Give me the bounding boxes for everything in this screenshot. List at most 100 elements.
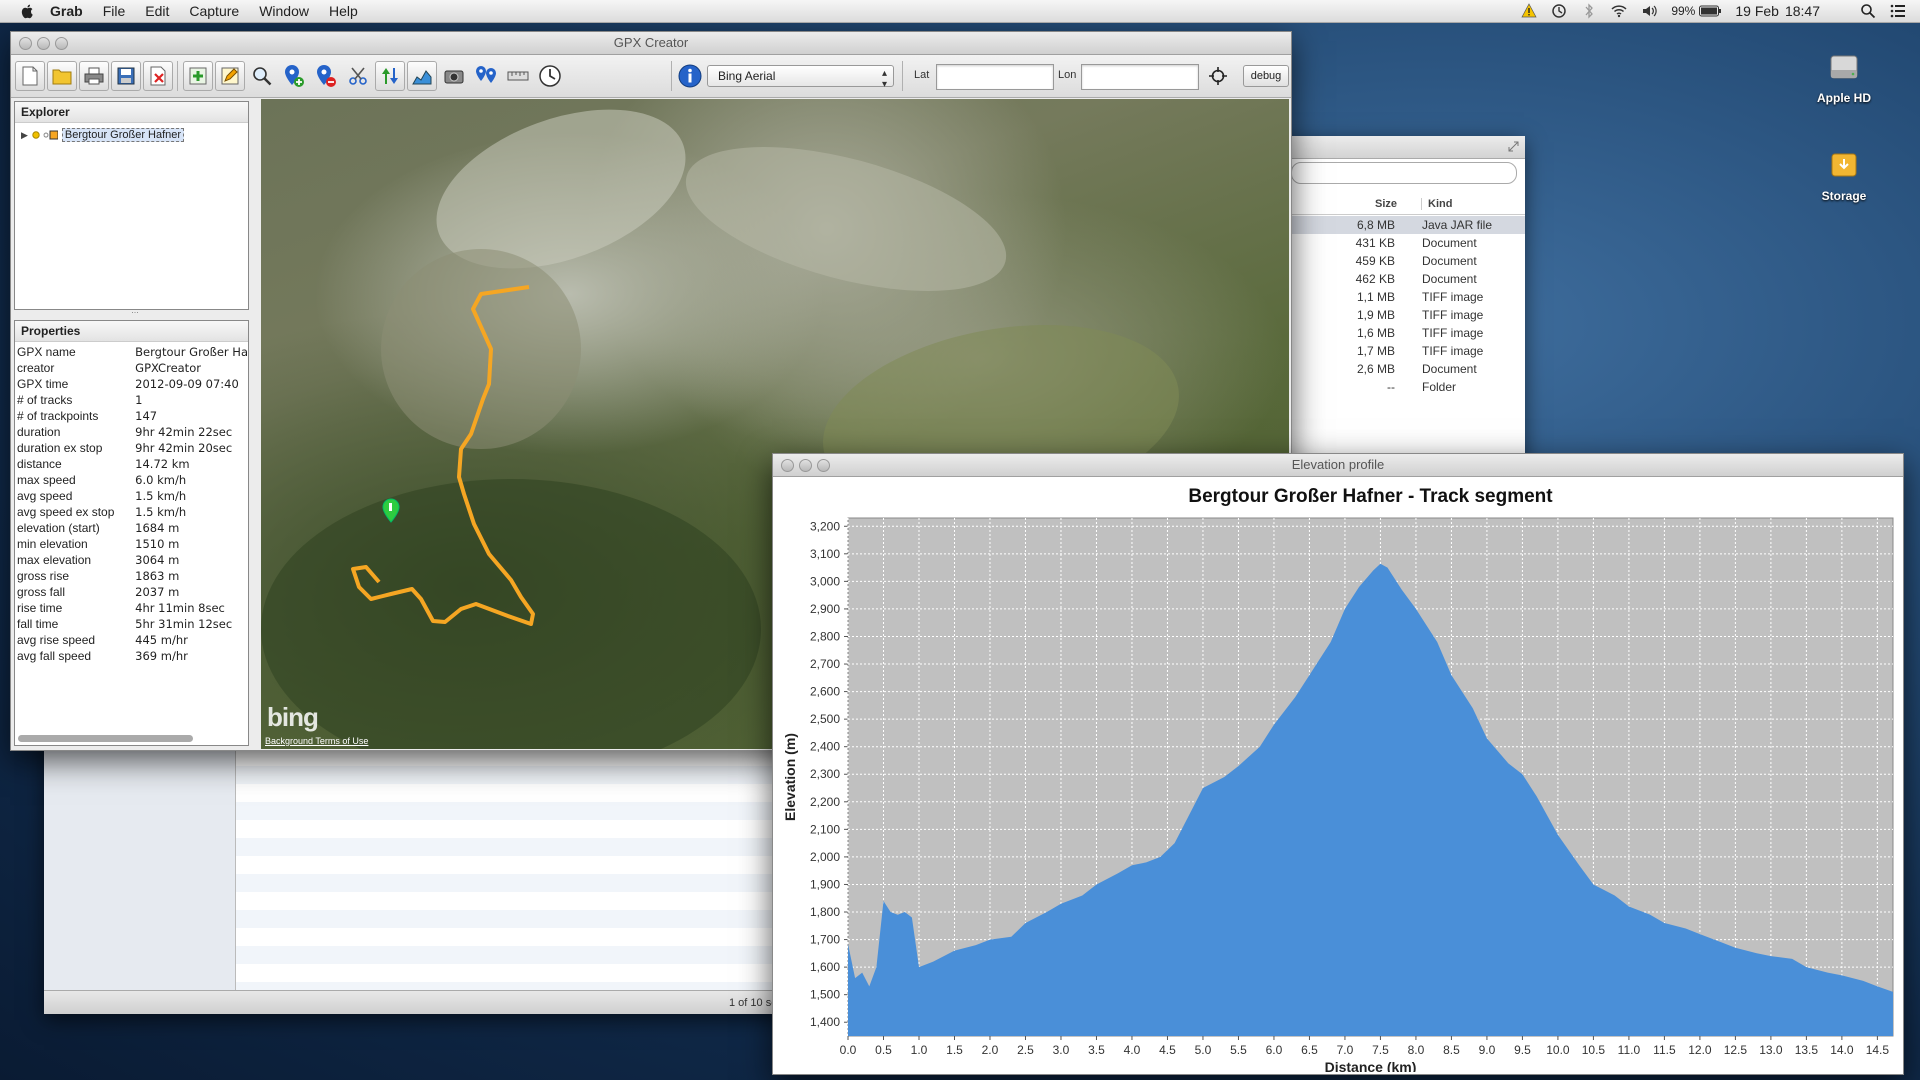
menubar-time[interactable]: 18:47 [1785,3,1820,19]
property-row[interactable]: fall time 5hr 31min 12sec [17,616,248,632]
property-row[interactable]: avg speed 1.5 km/h [17,488,248,504]
menu-capture[interactable]: Capture [189,3,239,19]
column-size[interactable]: Size [1375,198,1397,210]
property-row[interactable]: gross rise 1863 m [17,568,248,584]
property-row[interactable]: # of trackpoints 147 [17,408,248,424]
print-button[interactable] [79,61,109,91]
terms-of-use-link[interactable]: Background Terms of Use [265,736,368,746]
debug-button[interactable]: debug [1243,65,1289,87]
splitter-handle[interactable]: … [131,306,139,315]
split-track-button[interactable] [343,61,373,91]
open-folder-button[interactable] [47,61,77,91]
info-button[interactable] [675,61,705,91]
camera-button[interactable] [439,61,469,91]
gps-track-line[interactable] [351,285,535,626]
minimize-window-button[interactable] [37,37,50,50]
close-file-button[interactable] [143,61,173,91]
elevation-chart[interactable]: Bergtour Großer Hafner - Track segment 1,… [773,476,1901,1072]
goto-location-button[interactable] [1203,61,1233,91]
menu-window[interactable]: Window [259,3,309,19]
layer-visibility-icons[interactable] [32,130,58,140]
measure-button[interactable] [503,61,533,91]
toolbar-separator [177,61,178,91]
property-key: avg rise speed [17,633,96,647]
minimize-window-button[interactable] [799,459,812,472]
property-row[interactable]: GPX name Bergtour Großer Ha [17,344,248,360]
property-row[interactable]: avg rise speed 445 m/hr [17,632,248,648]
battery-icon[interactable] [1699,3,1722,19]
y-tick-label: 2,500 [810,712,840,726]
finder-file-row[interactable]: -- Folder [1291,378,1525,396]
column-kind[interactable]: Kind [1421,198,1452,210]
menu-bar: Grab File Edit Capture Window Help 99% 1… [0,0,1920,23]
apple-menu-icon[interactable] [20,3,36,19]
spotlight-search-icon[interactable] [1860,3,1876,19]
property-row[interactable]: # of tracks 1 [17,392,248,408]
correct-elevation-button[interactable] [375,61,405,91]
add-track-button[interactable] [183,61,213,91]
desktop-icon-storage[interactable]: Storage [1794,148,1894,203]
wifi-icon[interactable] [1611,3,1627,19]
zoom-window-button[interactable] [817,459,830,472]
menu-help[interactable]: Help [329,3,358,19]
zoom-window-button[interactable] [55,37,68,50]
property-row[interactable]: max speed 6.0 km/h [17,472,248,488]
notification-center-icon[interactable] [1890,3,1906,19]
property-row[interactable]: GPX time 2012-09-09 07:40 [17,376,248,392]
property-row[interactable]: duration 9hr 42min 22sec [17,424,248,440]
property-row[interactable]: avg speed ex stop 1.5 km/h [17,504,248,520]
menu-file[interactable]: File [103,3,126,19]
close-window-button[interactable] [781,459,794,472]
x-tick-label: 3.0 [1053,1043,1070,1057]
elevation-chart-button[interactable] [407,61,437,91]
property-row[interactable]: creator GPXCreator [17,360,248,376]
finder-search-field[interactable] [1291,162,1517,184]
bluetooth-icon[interactable] [1581,3,1597,19]
finder-file-row[interactable]: 1,9 MB TIFF image [1291,306,1525,324]
menu-edit[interactable]: Edit [145,3,169,19]
property-value: 9hr 42min 22sec [135,425,233,439]
tree-node-label[interactable]: Bergtour Großer Hafner [61,128,185,142]
new-file-button[interactable] [15,61,45,91]
horizontal-scrollbar[interactable] [18,735,193,742]
save-button[interactable] [111,61,141,91]
finder-file-row[interactable]: 459 KB Document [1291,252,1525,270]
finder-file-row[interactable]: 6,8 MB Java JAR file [1291,216,1525,234]
property-row[interactable]: elevation (start) 1684 m [17,520,248,536]
property-row[interactable]: distance 14.72 km [17,456,248,472]
delete-waypoint-button[interactable] [311,61,341,91]
warning-icon[interactable] [1521,3,1537,19]
path-finder-button[interactable] [471,61,501,91]
property-row[interactable]: min elevation 1510 m [17,536,248,552]
map-source-select[interactable]: Bing Aerial ▴ ▾ [707,65,894,90]
lon-input[interactable] [1081,64,1199,90]
close-window-button[interactable] [19,37,32,50]
finder-file-row[interactable]: 1,1 MB TIFF image [1291,288,1525,306]
finder-file-row[interactable]: 2,6 MB Document [1291,360,1525,378]
lat-input[interactable] [936,64,1054,90]
property-row[interactable]: gross fall 2037 m [17,584,248,600]
desktop-icon-apple-hd[interactable]: Apple HD [1794,50,1894,105]
property-row[interactable]: duration ex stop 9hr 42min 20sec [17,440,248,456]
x-tick-label: 8.5 [1443,1043,1460,1057]
timeshift-button[interactable] [535,61,565,91]
zoom-search-button[interactable] [247,61,277,91]
time-machine-icon[interactable] [1551,3,1567,19]
finder-file-row[interactable]: 462 KB Document [1291,270,1525,288]
edit-properties-button[interactable] [215,61,245,91]
start-marker-icon[interactable] [382,498,400,523]
property-row[interactable]: max elevation 3064 m [17,552,248,568]
finder-file-row[interactable]: 1,7 MB TIFF image [1291,342,1525,360]
volume-icon[interactable] [1641,3,1658,19]
property-row[interactable]: rise time 4hr 11min 8sec [17,600,248,616]
fullscreen-icon[interactable] [1508,141,1519,152]
property-row[interactable]: avg fall speed 369 m/hr [17,648,248,664]
property-key: rise time [17,601,63,615]
tree-node-gpx[interactable]: ▶ Bergtour Großer Hafner [21,128,185,142]
disclosure-triangle-icon[interactable]: ▶ [21,130,28,141]
finder-file-row[interactable]: 1,6 MB TIFF image [1291,324,1525,342]
menubar-date[interactable]: 19 Feb [1735,3,1779,19]
menu-app[interactable]: Grab [50,3,83,19]
finder-file-row[interactable]: 431 KB Document [1291,234,1525,252]
add-waypoint-button[interactable] [279,61,309,91]
